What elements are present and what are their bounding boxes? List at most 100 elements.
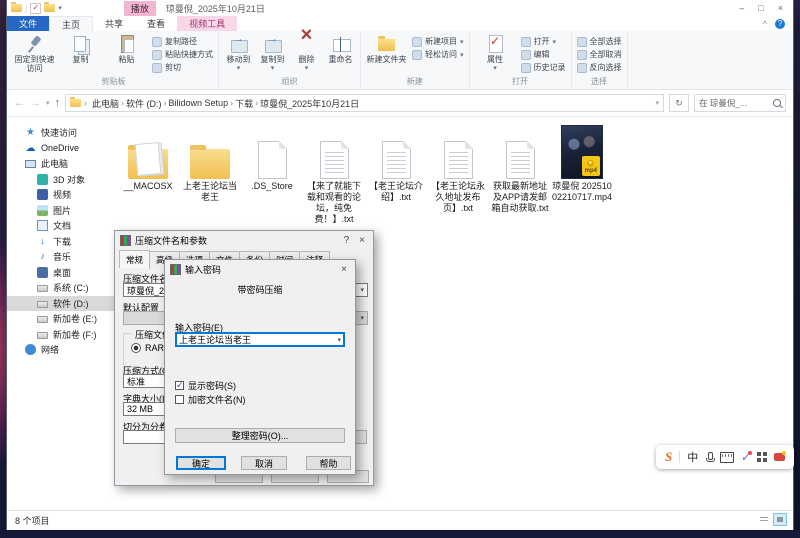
open-button[interactable]: 打开▾	[519, 35, 568, 48]
copy-path-button[interactable]: 复制路径	[150, 35, 215, 48]
maximize-icon[interactable]: □	[758, 3, 763, 13]
file-item[interactable]: 【老王论坛介绍】.txt	[365, 123, 427, 225]
sidebar-item-系统 (C:)[interactable]: 系统 (C:)	[7, 280, 115, 296]
sidebar-item-label: OneDrive	[41, 143, 79, 153]
help-button[interactable]: 帮助	[306, 456, 351, 470]
file-item[interactable]: __MACOSX	[117, 123, 179, 225]
breadcrumb-segment[interactable]: 软件 (D:)	[124, 97, 164, 110]
tab-查看[interactable]: 查看	[135, 16, 177, 31]
thumbnail-view-icon[interactable]	[773, 513, 787, 526]
show-password-checkbox[interactable]: 显示密码(S)	[175, 379, 236, 392]
delete-button[interactable]: 删除▾	[290, 32, 323, 73]
cut-button[interactable]: 剪切	[150, 61, 215, 74]
archive-tab-常规[interactable]: 常规	[119, 250, 150, 268]
file-item[interactable]: 【来了就能下载和观看的论坛，纯免费！】.txt	[303, 123, 365, 225]
tab-共享[interactable]: 共享	[93, 16, 135, 31]
easy-access-button[interactable]: 轻松访问▾	[410, 48, 466, 61]
file-item[interactable]: 获取最新地址及APP请发邮箱自动获取.txt	[489, 123, 551, 225]
paste-shortcut-button[interactable]: 粘贴快捷方式	[150, 48, 215, 61]
details-view-icon[interactable]	[757, 513, 771, 526]
breadcrumb-segment[interactable]: 此电脑	[90, 97, 121, 110]
sidebar-item-软件 (D:)[interactable]: 软件 (D:)	[7, 296, 115, 312]
file-item[interactable]: 【老王论坛永久地址发布页】.txt	[427, 123, 489, 225]
tab-文件[interactable]: 文件	[7, 16, 49, 31]
file-item[interactable]: .DS_Store	[241, 123, 303, 225]
format-rar-radio[interactable]: RAR	[131, 343, 164, 353]
edit-icon	[521, 50, 531, 60]
keyboard-icon[interactable]	[720, 452, 734, 463]
sidebar-item-图片[interactable]: 图片	[7, 203, 115, 219]
dialog-help-icon[interactable]: ?	[341, 235, 353, 246]
encrypt-names-checkbox[interactable]: 加密文件名(N)	[175, 393, 246, 406]
file-name: 【来了就能下载和观看的论坛，纯免费！】.txt	[303, 181, 365, 225]
pin-button[interactable]: 固定到快速访问	[12, 32, 57, 73]
back-icon[interactable]: ←	[14, 97, 25, 109]
password-dialog-title: 输入密码	[185, 263, 221, 276]
search-input[interactable]: 在 琼曼倪_...	[694, 94, 786, 112]
ok-button[interactable]: 确定	[176, 456, 226, 470]
ribbon-collapse-icon[interactable]: ^	[763, 19, 767, 29]
refresh-icon: ↻	[675, 98, 683, 109]
sidebar-item-3D 对象[interactable]: 3D 对象	[7, 172, 115, 188]
winrar-icon	[170, 264, 181, 275]
select-all-button[interactable]: 全部选择	[575, 35, 624, 48]
help-icon[interactable]: ?	[775, 19, 785, 29]
copy-button[interactable]: 复制	[58, 32, 103, 64]
address-dropdown-icon[interactable]: ▾	[655, 99, 659, 107]
properties-button[interactable]: 属性▾	[473, 32, 518, 73]
file-item[interactable]: mp4琼曼倪 20251002210717.mp4	[551, 123, 613, 225]
sidebar-item-此电脑[interactable]: 此电脑	[7, 156, 115, 172]
qat-customize-icon[interactable]: ▾	[58, 4, 62, 12]
sidebar-item-快速访问[interactable]: ★快速访问	[7, 125, 115, 141]
shop-icon[interactable]	[774, 453, 785, 461]
voice-icon[interactable]	[705, 452, 713, 462]
breadcrumb-segment[interactable]: Bilidown Setup	[167, 98, 231, 108]
paste-button[interactable]: 粘贴	[104, 32, 149, 64]
breadcrumb-segment[interactable]: 琼曼倪_2025年10月21日	[258, 97, 361, 110]
history-dropdown-icon[interactable]: ▾	[46, 99, 50, 107]
select-none-button[interactable]: 全部取消	[575, 48, 624, 61]
history-button[interactable]: 历史记录	[519, 61, 568, 74]
tab-视频工具[interactable]: 视频工具	[177, 16, 237, 31]
new-item-button[interactable]: 新建项目▾	[410, 35, 466, 48]
new-folder-qat-icon[interactable]	[44, 4, 55, 12]
toolbox-grid-icon[interactable]	[757, 452, 767, 462]
refresh-button[interactable]: ↻	[669, 94, 689, 112]
dialog-close-icon[interactable]: ×	[356, 235, 368, 246]
rename-button[interactable]: 重命名	[324, 32, 357, 64]
properties-qat-icon[interactable]: ✓	[30, 3, 41, 14]
sidebar-item-label: 此电脑	[41, 157, 68, 170]
organize-passwords-button[interactable]: 整理密码(O)...	[175, 428, 345, 443]
password-input[interactable]: 上老王论坛当老王 ▾	[175, 332, 345, 347]
sidebar-item-新加卷 (F:)[interactable]: 新加卷 (F:)	[7, 327, 115, 343]
tab-主页[interactable]: 主页	[49, 16, 93, 31]
invert-selection-button[interactable]: 反向选择	[575, 61, 624, 74]
sidebar-item-桌面[interactable]: 桌面	[7, 265, 115, 281]
forward-icon[interactable]: →	[30, 97, 41, 109]
new-folder-button[interactable]: 新建文件夹	[364, 32, 409, 64]
minimize-icon[interactable]: –	[739, 3, 744, 13]
sidebar-item-文档[interactable]: 文档	[7, 218, 115, 234]
up-icon[interactable]: ↑	[55, 97, 61, 109]
desktop: | ✓ ▾ 播放 琼曼倪_2025年10月21日 – □ × 文件主页共享查看视…	[0, 0, 800, 538]
close-icon[interactable]: ×	[778, 3, 783, 13]
move-to-button[interactable]: 移动到▾	[222, 32, 255, 73]
copy-to-button[interactable]: 复制到▾	[256, 32, 289, 73]
breadcrumb-segment[interactable]: 下载	[233, 97, 255, 110]
dialog-close-icon[interactable]: ×	[338, 264, 350, 275]
ribbon-group-新建: 新建文件夹新建项目▾轻松访问▾新建	[361, 32, 470, 89]
address-box[interactable]: › 此电脑›软件 (D:)›Bilidown Setup›下载›琼曼倪_2025…	[65, 94, 664, 112]
sidebar-item-音乐[interactable]: ♪音乐	[7, 249, 115, 265]
sidebar-item-OneDrive[interactable]: ☁OneDrive	[7, 141, 115, 157]
password-value: 上老王论坛当老王	[179, 333, 334, 346]
sidebar-item-新加卷 (E:)[interactable]: 新加卷 (E:)	[7, 311, 115, 327]
chinese-mode-icon[interactable]: 中	[687, 449, 698, 465]
skin-check-icon[interactable]: ✓	[741, 451, 750, 464]
sogou-logo-icon[interactable]: S	[665, 449, 672, 465]
sidebar-item-网络[interactable]: 网络	[7, 342, 115, 358]
edit-button[interactable]: 编辑	[519, 48, 568, 61]
cancel-button[interactable]: 取消	[241, 456, 287, 470]
file-item[interactable]: 上老王论坛当老王	[179, 123, 241, 225]
sidebar-item-下载[interactable]: ↓下载	[7, 234, 115, 250]
sidebar-item-视频[interactable]: 视频	[7, 187, 115, 203]
